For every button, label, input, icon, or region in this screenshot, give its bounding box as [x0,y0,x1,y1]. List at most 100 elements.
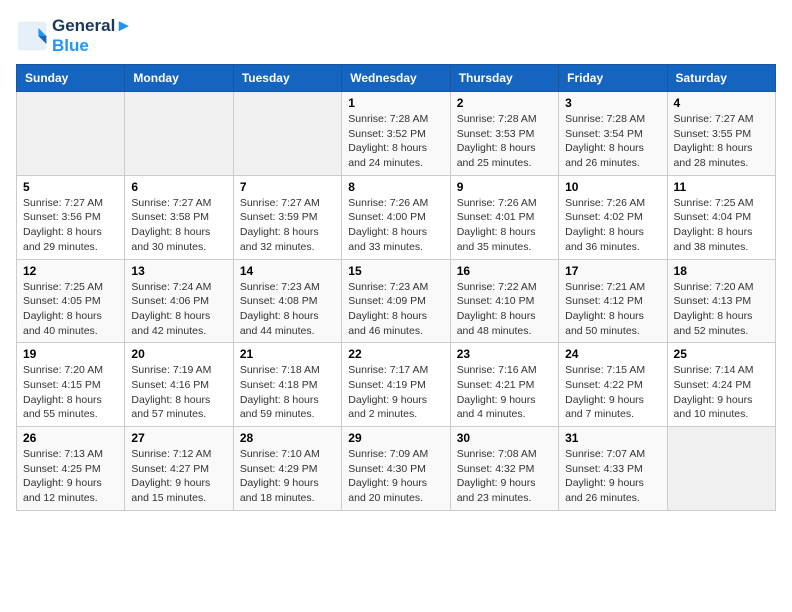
day-info: Sunrise: 7:24 AMSunset: 4:06 PMDaylight:… [131,280,226,339]
day-number: 6 [131,180,226,194]
day-info: Sunrise: 7:26 AMSunset: 4:00 PMDaylight:… [348,196,443,255]
day-header-thursday: Thursday [450,65,558,92]
day-info: Sunrise: 7:09 AMSunset: 4:30 PMDaylight:… [348,447,443,506]
calendar-table: SundayMondayTuesdayWednesdayThursdayFrid… [16,64,776,511]
day-number: 29 [348,431,443,445]
week-row-1: 1Sunrise: 7:28 AMSunset: 3:52 PMDaylight… [17,92,776,176]
day-number: 16 [457,264,552,278]
calendar-cell [17,92,125,176]
day-number: 3 [565,96,660,110]
day-info: Sunrise: 7:26 AMSunset: 4:02 PMDaylight:… [565,196,660,255]
day-number: 8 [348,180,443,194]
day-number: 9 [457,180,552,194]
day-number: 11 [674,180,769,194]
day-number: 28 [240,431,335,445]
calendar-cell [233,92,341,176]
calendar-cell: 21 Sunrise: 7:18 AMSunset: 4:18 PMDayligh… [233,343,341,427]
day-number: 30 [457,431,552,445]
day-info: Sunrise: 7:19 AMSunset: 4:16 PMDaylight:… [131,363,226,422]
calendar-cell: 15 Sunrise: 7:23 AMSunset: 4:09 PMDayligh… [342,259,450,343]
calendar-cell: 6 Sunrise: 7:27 AMSunset: 3:58 PMDaylight… [125,175,233,259]
calendar-cell: 13 Sunrise: 7:24 AMSunset: 4:06 PMDayligh… [125,259,233,343]
day-info: Sunrise: 7:27 AMSunset: 3:59 PMDaylight:… [240,196,335,255]
day-number: 15 [348,264,443,278]
day-number: 12 [23,264,118,278]
day-info: Sunrise: 7:23 AMSunset: 4:09 PMDaylight:… [348,280,443,339]
day-info: Sunrise: 7:28 AMSunset: 3:53 PMDaylight:… [457,112,552,171]
calendar-cell: 20 Sunrise: 7:19 AMSunset: 4:16 PMDayligh… [125,343,233,427]
logo: General► Blue [16,16,132,56]
day-number: 24 [565,347,660,361]
logo-text: General► Blue [52,16,132,56]
calendar-cell: 28 Sunrise: 7:10 AMSunset: 4:29 PMDayligh… [233,427,341,511]
day-info: Sunrise: 7:27 AMSunset: 3:55 PMDaylight:… [674,112,769,171]
calendar-cell: 1Sunrise: 7:28 AMSunset: 3:52 PMDaylight… [342,92,450,176]
day-number: 18 [674,264,769,278]
day-info: Sunrise: 7:25 AMSunset: 4:05 PMDaylight:… [23,280,118,339]
day-info: Sunrise: 7:26 AMSunset: 4:01 PMDaylight:… [457,196,552,255]
day-info: Sunrise: 7:16 AMSunset: 4:21 PMDaylight:… [457,363,552,422]
day-info: Sunrise: 7:07 AMSunset: 4:33 PMDaylight:… [565,447,660,506]
day-info: Sunrise: 7:14 AMSunset: 4:24 PMDaylight:… [674,363,769,422]
day-info: Sunrise: 7:27 AMSunset: 3:58 PMDaylight:… [131,196,226,255]
day-info: Sunrise: 7:25 AMSunset: 4:04 PMDaylight:… [674,196,769,255]
day-number: 20 [131,347,226,361]
week-row-4: 19 Sunrise: 7:20 AMSunset: 4:15 PMDayligh… [17,343,776,427]
day-number: 31 [565,431,660,445]
day-number: 19 [23,347,118,361]
day-info: Sunrise: 7:20 AMSunset: 4:15 PMDaylight:… [23,363,118,422]
calendar-cell: 9 Sunrise: 7:26 AMSunset: 4:01 PMDaylight… [450,175,558,259]
calendar-cell: 25 Sunrise: 7:14 AMSunset: 4:24 PMDayligh… [667,343,775,427]
page-header: General► Blue [16,16,776,56]
days-header-row: SundayMondayTuesdayWednesdayThursdayFrid… [17,65,776,92]
day-header-tuesday: Tuesday [233,65,341,92]
calendar-cell: 7 Sunrise: 7:27 AMSunset: 3:59 PMDaylight… [233,175,341,259]
day-number: 26 [23,431,118,445]
calendar-cell: 23Sunrise: 7:16 AMSunset: 4:21 PMDayligh… [450,343,558,427]
day-info: Sunrise: 7:27 AMSunset: 3:56 PMDaylight:… [23,196,118,255]
calendar-cell: 19 Sunrise: 7:20 AMSunset: 4:15 PMDayligh… [17,343,125,427]
day-number: 1 [348,96,443,110]
day-number: 10 [565,180,660,194]
day-number: 25 [674,347,769,361]
calendar-cell: 27Sunrise: 7:12 AMSunset: 4:27 PMDayligh… [125,427,233,511]
calendar-cell: 14Sunrise: 7:23 AMSunset: 4:08 PMDayligh… [233,259,341,343]
day-header-saturday: Saturday [667,65,775,92]
day-info: Sunrise: 7:21 AMSunset: 4:12 PMDaylight:… [565,280,660,339]
calendar-cell: 16 Sunrise: 7:22 AMSunset: 4:10 PMDayligh… [450,259,558,343]
day-number: 17 [565,264,660,278]
day-info: Sunrise: 7:28 AMSunset: 3:54 PMDaylight:… [565,112,660,171]
calendar-cell [125,92,233,176]
day-number: 27 [131,431,226,445]
day-header-sunday: Sunday [17,65,125,92]
calendar-cell: 5 Sunrise: 7:27 AMSunset: 3:56 PMDaylight… [17,175,125,259]
day-number: 14 [240,264,335,278]
week-row-3: 12 Sunrise: 7:25 AMSunset: 4:05 PMDayligh… [17,259,776,343]
calendar-cell: 4 Sunrise: 7:27 AMSunset: 3:55 PMDaylight… [667,92,775,176]
calendar-cell: 3 Sunrise: 7:28 AMSunset: 3:54 PMDaylight… [559,92,667,176]
week-row-2: 5 Sunrise: 7:27 AMSunset: 3:56 PMDaylight… [17,175,776,259]
day-number: 21 [240,347,335,361]
day-number: 4 [674,96,769,110]
day-info: Sunrise: 7:15 AMSunset: 4:22 PMDaylight:… [565,363,660,422]
day-info: Sunrise: 7:08 AMSunset: 4:32 PMDaylight:… [457,447,552,506]
day-info: Sunrise: 7:17 AMSunset: 4:19 PMDaylight:… [348,363,443,422]
day-number: 13 [131,264,226,278]
calendar-cell: 26Sunrise: 7:13 AMSunset: 4:25 PMDayligh… [17,427,125,511]
calendar-cell: 11 Sunrise: 7:25 AMSunset: 4:04 PMDayligh… [667,175,775,259]
day-info: Sunrise: 7:22 AMSunset: 4:10 PMDaylight:… [457,280,552,339]
day-info: Sunrise: 7:10 AMSunset: 4:29 PMDaylight:… [240,447,335,506]
day-number: 7 [240,180,335,194]
day-header-friday: Friday [559,65,667,92]
day-info: Sunrise: 7:20 AMSunset: 4:13 PMDaylight:… [674,280,769,339]
day-header-monday: Monday [125,65,233,92]
day-info: Sunrise: 7:18 AMSunset: 4:18 PMDaylight:… [240,363,335,422]
logo-icon [16,20,48,52]
day-number: 2 [457,96,552,110]
calendar-cell: 18 Sunrise: 7:20 AMSunset: 4:13 PMDayligh… [667,259,775,343]
day-header-wednesday: Wednesday [342,65,450,92]
day-number: 5 [23,180,118,194]
calendar-cell: 29 Sunrise: 7:09 AMSunset: 4:30 PMDayligh… [342,427,450,511]
calendar-cell: 22Sunrise: 7:17 AMSunset: 4:19 PMDayligh… [342,343,450,427]
calendar-cell: 8 Sunrise: 7:26 AMSunset: 4:00 PMDaylight… [342,175,450,259]
